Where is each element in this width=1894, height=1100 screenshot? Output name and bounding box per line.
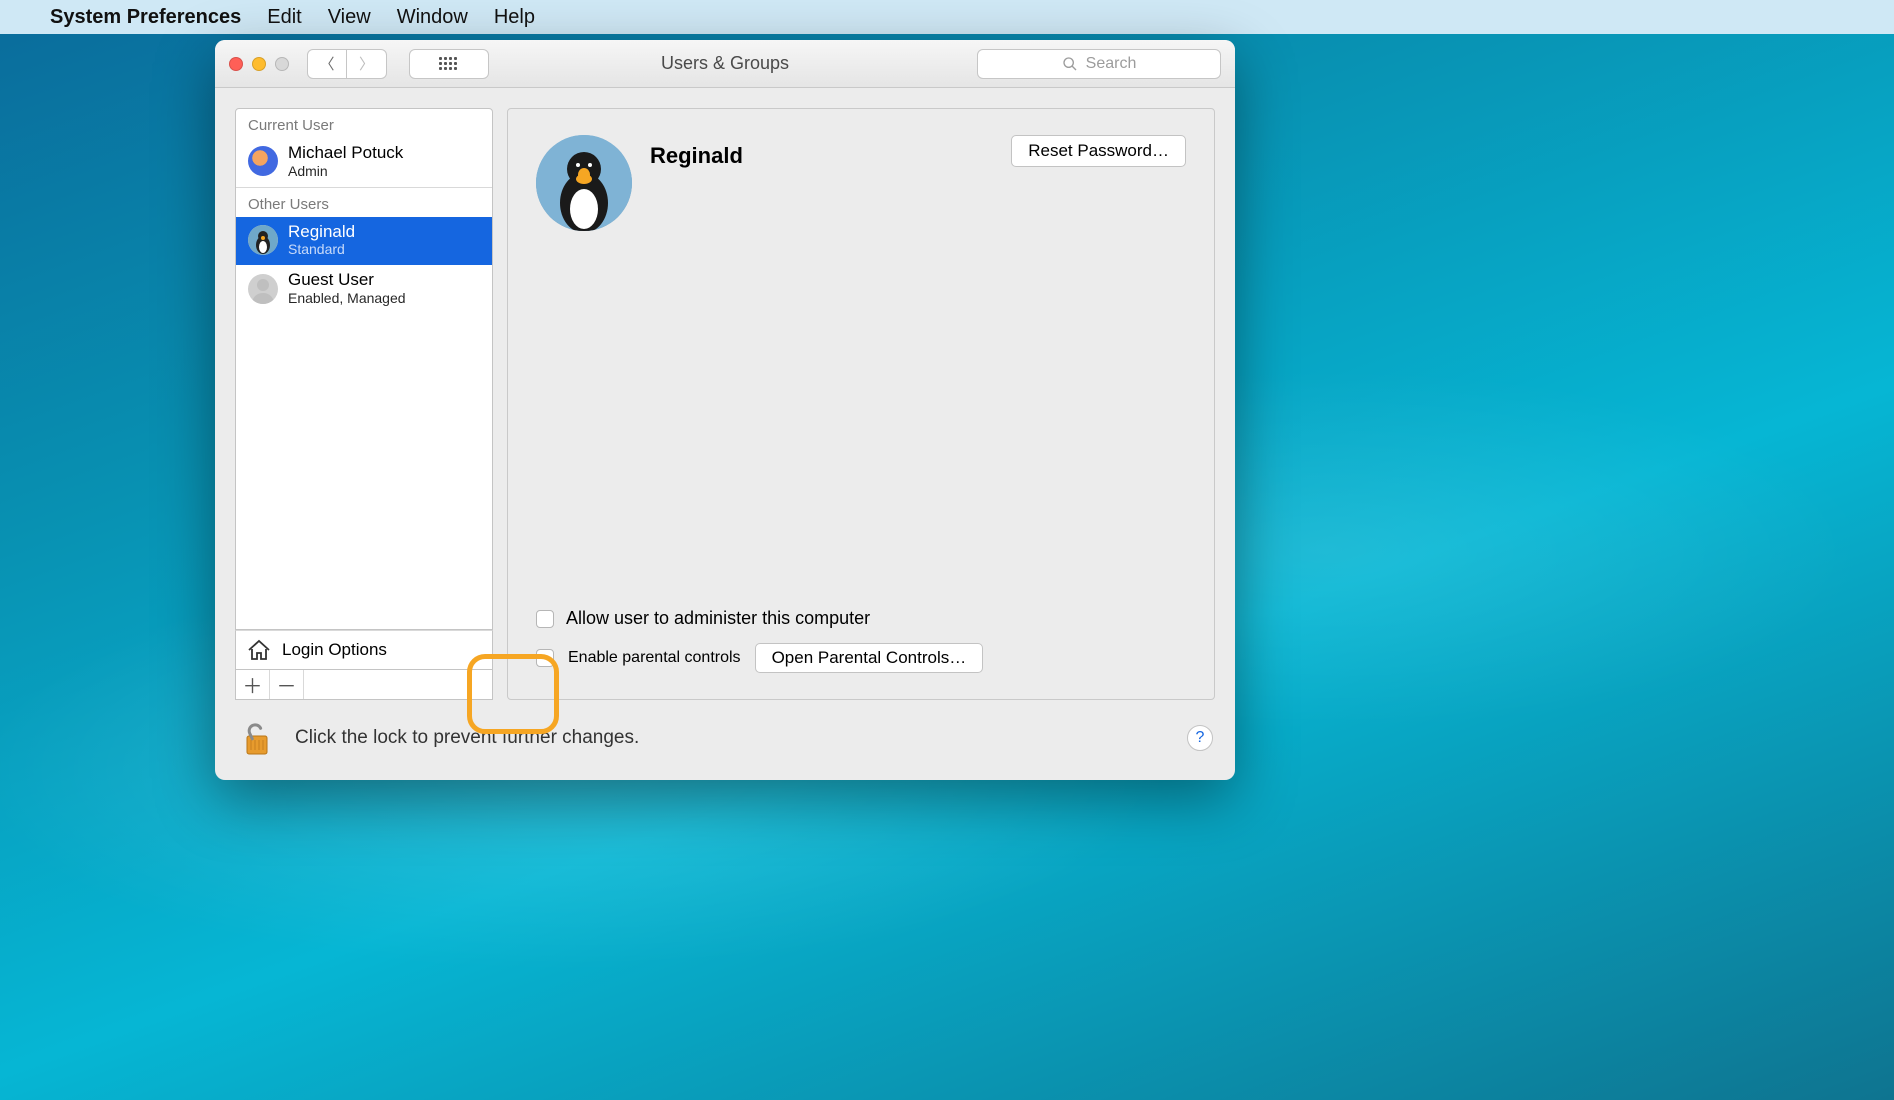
silhouette-icon (248, 274, 278, 304)
admin-checkbox[interactable] (536, 610, 554, 628)
avatar (248, 146, 278, 176)
user-detail-panel: Reginald Reset Password… Allow user to a… (507, 108, 1215, 700)
menu-window[interactable]: Window (397, 6, 468, 29)
traffic-lights (229, 57, 289, 71)
current-user-row[interactable]: Michael Potuck Admin (236, 138, 492, 187)
titlebar: 〈 〉 Users & Groups Search (215, 40, 1235, 88)
grid-icon (439, 57, 459, 71)
current-user-section-label: Current User (236, 109, 492, 138)
search-icon (1062, 56, 1078, 72)
lock-button[interactable] (237, 718, 277, 758)
add-remove-bar: ＋ － (235, 670, 493, 700)
chevron-left-icon: 〈 (319, 53, 334, 74)
app-menu-name[interactable]: System Preferences (50, 6, 241, 29)
user-name: Reginald (288, 223, 355, 242)
login-options-row[interactable]: Login Options (235, 630, 493, 670)
question-icon: ? (1196, 729, 1205, 747)
unlocked-lock-icon (237, 718, 277, 758)
penguin-icon (536, 135, 632, 231)
nav-buttons: 〈 〉 (307, 49, 387, 79)
other-users-section-label: Other Users (236, 188, 492, 217)
chevron-right-icon: 〉 (359, 53, 374, 74)
add-user-button[interactable]: ＋ (236, 670, 270, 699)
user-role: Standard (288, 241, 355, 257)
parental-controls-label: Enable parental controls (568, 649, 741, 667)
admin-checkbox-label: Allow user to administer this computer (566, 608, 870, 629)
login-options-label: Login Options (282, 640, 387, 660)
forward-button[interactable]: 〉 (347, 49, 387, 79)
minus-icon: － (277, 670, 297, 699)
window-footer: Click the lock to prevent further change… (215, 700, 1235, 780)
back-button[interactable]: 〈 (307, 49, 347, 79)
minimize-window-button[interactable] (252, 57, 266, 71)
search-placeholder: Search (1086, 55, 1137, 73)
other-user-row-guest[interactable]: Guest User Enabled, Managed (236, 265, 492, 314)
penguin-icon (248, 225, 278, 255)
other-user-row-reginald[interactable]: Reginald Standard (236, 217, 492, 266)
menubar: System Preferences Edit View Window Help (0, 0, 1894, 34)
selected-user-avatar[interactable] (536, 135, 632, 231)
user-role: Admin (288, 163, 403, 179)
user-role: Enabled, Managed (288, 290, 406, 306)
parental-controls-checkbox[interactable] (536, 649, 554, 667)
menu-view[interactable]: View (328, 6, 371, 29)
close-window-button[interactable] (229, 57, 243, 71)
avatar (248, 274, 278, 304)
selected-user-name: Reginald (650, 143, 743, 169)
menu-help[interactable]: Help (494, 6, 535, 29)
avatar (248, 225, 278, 255)
zoom-window-button[interactable] (275, 57, 289, 71)
remove-user-button[interactable]: － (270, 670, 304, 699)
user-name: Guest User (288, 271, 406, 290)
search-input[interactable]: Search (977, 49, 1221, 79)
reset-password-button[interactable]: Reset Password… (1011, 135, 1186, 167)
plus-icon: ＋ (243, 670, 263, 699)
lock-hint-text: Click the lock to prevent further change… (295, 727, 639, 749)
menu-edit[interactable]: Edit (267, 6, 301, 29)
home-icon (246, 639, 272, 661)
user-sidebar: Current User Michael Potuck Admin Other … (235, 108, 493, 700)
user-list: Current User Michael Potuck Admin Other … (235, 108, 493, 630)
help-button[interactable]: ? (1187, 725, 1213, 751)
open-parental-controls-button[interactable]: Open Parental Controls… (755, 643, 984, 673)
preferences-window: 〈 〉 Users & Groups Search Current User (215, 40, 1235, 780)
show-all-button[interactable] (409, 49, 489, 79)
user-name: Michael Potuck (288, 144, 403, 163)
